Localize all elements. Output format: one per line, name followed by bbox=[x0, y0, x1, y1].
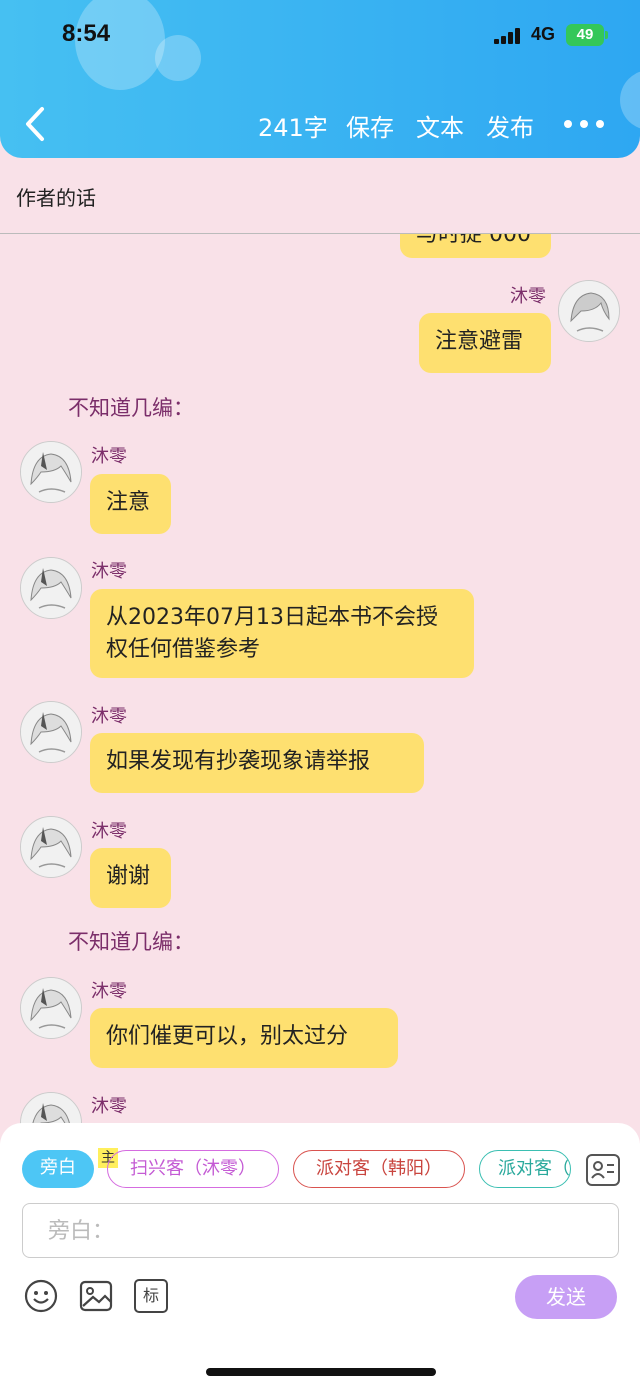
avatar-image bbox=[21, 558, 81, 618]
word-count: 241字 bbox=[258, 114, 328, 142]
message-bubble: 注意 bbox=[90, 474, 171, 534]
message-bubble: 谢谢 bbox=[90, 848, 171, 908]
battery-icon: 49 bbox=[566, 24, 604, 46]
message-bubble: 从2023年07月13日起本书不会授权任何借鉴参考 bbox=[90, 589, 474, 678]
message-bubble: 你们催更可以，别太过分 bbox=[90, 1008, 398, 1068]
avatar-image bbox=[21, 702, 81, 762]
status-bar: 8:54 4G 49 bbox=[0, 0, 640, 70]
avatar[interactable] bbox=[558, 280, 620, 342]
back-chevron-icon[interactable] bbox=[22, 104, 50, 144]
message-text: 如果发现有抄袭现象请举报 bbox=[106, 749, 371, 774]
message-text: 注意避雷 bbox=[435, 329, 524, 354]
emoji-icon[interactable] bbox=[24, 1279, 58, 1313]
publish-button[interactable]: 发布 bbox=[486, 108, 534, 143]
narrator-label: 不知道几编： bbox=[68, 396, 194, 420]
avatar[interactable] bbox=[20, 557, 82, 619]
role-chip-narrator[interactable]: 旁白 bbox=[22, 1150, 94, 1188]
chat-area[interactable]: 与时捉 000 沐零 注意避雷 不知道几编： 沐零 注意 沐零 从2023年07… bbox=[0, 234, 640, 1124]
signal-icon bbox=[494, 28, 522, 44]
avatar[interactable] bbox=[20, 816, 82, 878]
message-bubble: 注意避雷 bbox=[419, 313, 551, 373]
card-icon-graphic bbox=[591, 1161, 614, 1179]
avatar[interactable] bbox=[20, 441, 82, 503]
avatar[interactable] bbox=[20, 701, 82, 763]
sender-name: 沐零 bbox=[91, 446, 127, 467]
message-text: 你们催更可以，别太过分 bbox=[106, 1024, 349, 1049]
message-text: 与时捉 000 bbox=[416, 234, 531, 247]
sender-name: 沐零 bbox=[91, 706, 127, 727]
message-bubble-partial: 与时捉 000 bbox=[400, 234, 551, 258]
avatar-image bbox=[21, 978, 81, 1038]
network-label: 4G bbox=[531, 24, 556, 44]
decor-bubble bbox=[620, 70, 640, 130]
text-button[interactable]: 文本 bbox=[416, 108, 464, 143]
send-button[interactable]: 发送 bbox=[515, 1275, 617, 1319]
sender-name: 沐零 bbox=[91, 561, 127, 582]
avatar-image bbox=[21, 442, 81, 502]
avatar[interactable] bbox=[20, 1092, 82, 1124]
status-time: 8:54 bbox=[62, 20, 111, 47]
avatar-image bbox=[21, 817, 81, 877]
message-text: 从2023年07月13日起本书不会授权任何借鉴参考 bbox=[106, 605, 438, 662]
message-text: 谢谢 bbox=[106, 864, 151, 889]
author-note-row[interactable]: 作者的话 bbox=[0, 158, 640, 234]
sender-name: 沐零 bbox=[91, 821, 127, 842]
card-icon[interactable] bbox=[586, 1154, 620, 1186]
author-note-label: 作者的话 bbox=[16, 186, 96, 210]
avatar[interactable] bbox=[20, 977, 82, 1039]
narrator-label: 不知道几编： bbox=[68, 930, 194, 954]
avatar-image bbox=[559, 281, 619, 341]
battery-level: 49 bbox=[576, 26, 594, 43]
sender-name: 沐零 bbox=[91, 1096, 127, 1117]
image-icon[interactable] bbox=[79, 1279, 113, 1313]
sender-name: 沐零 bbox=[91, 981, 127, 1002]
role-chip-saoxingke[interactable]: 扫兴客（沐零） bbox=[107, 1150, 279, 1188]
role-chip-paiduike-hanyang[interactable]: 派对客（韩阳） bbox=[293, 1150, 465, 1188]
sender-name: 沐零 bbox=[510, 286, 546, 307]
compose-input-placeholder: 旁白： bbox=[48, 1219, 115, 1244]
avatar-image bbox=[21, 1093, 81, 1124]
top-header: 8:54 4G 49 241字 保存 文本 发布 bbox=[0, 0, 640, 158]
more-icon[interactable] bbox=[564, 120, 604, 130]
battery-tip bbox=[605, 31, 608, 39]
save-button[interactable]: 保存 bbox=[346, 108, 394, 143]
role-chip-paiduike[interactable]: 派对客（ bbox=[479, 1150, 571, 1188]
mark-icon[interactable]: 标 bbox=[134, 1279, 168, 1313]
message-bubble: 如果发现有抄袭现象请举报 bbox=[90, 733, 424, 793]
home-indicator bbox=[206, 1368, 436, 1376]
message-text: 注意 bbox=[106, 490, 151, 515]
